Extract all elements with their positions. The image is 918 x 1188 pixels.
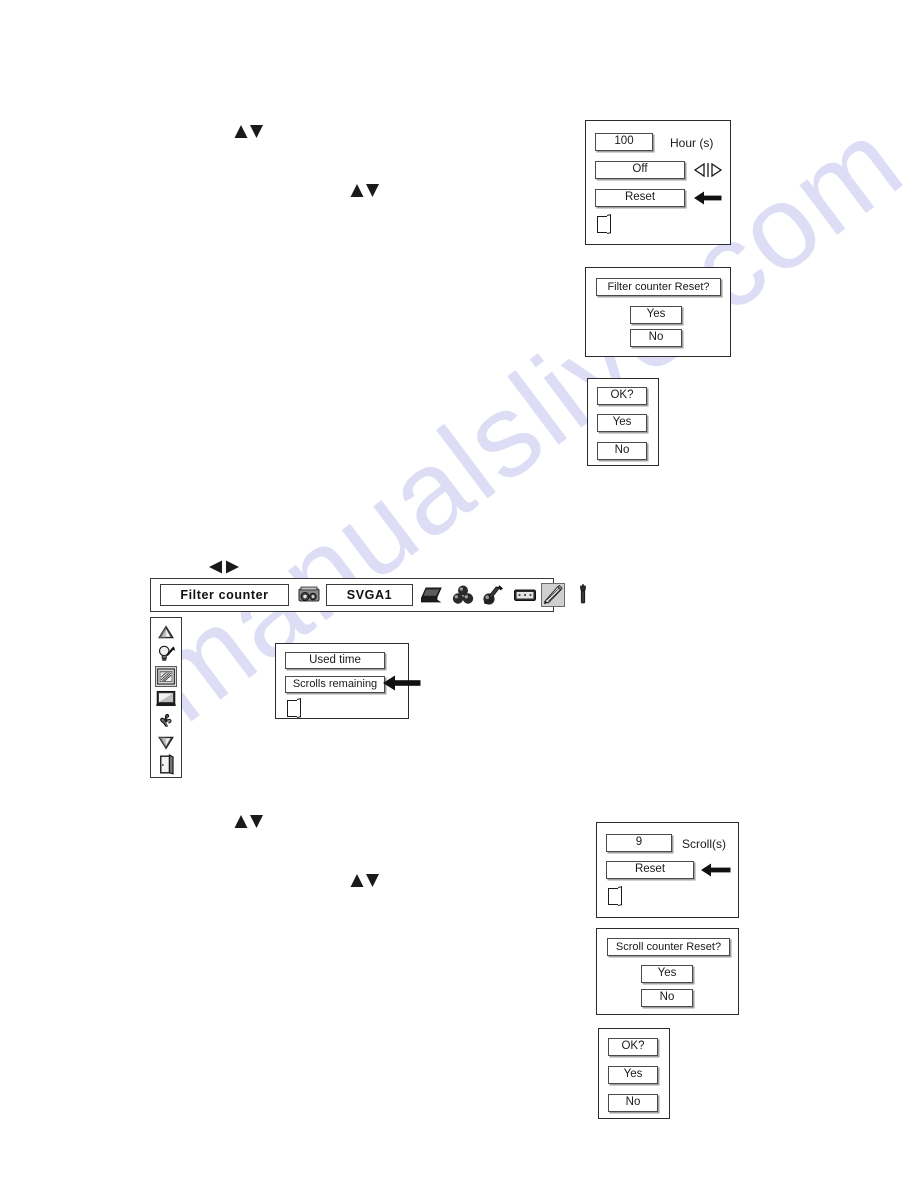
- watermark-text: manualslive.com: [121, 94, 918, 748]
- up-down-triangle-glyph-2: [350, 182, 380, 200]
- osd-menu-bar: Filter counter SVGA1: [150, 578, 586, 612]
- menu-source-value[interactable]: SVGA1: [326, 584, 413, 606]
- filter-ok-title: OK?: [597, 387, 647, 405]
- scroll-ok-yes-button[interactable]: Yes: [608, 1066, 658, 1084]
- lamp-control-icon[interactable]: [155, 644, 177, 665]
- scroll-count-label: Scroll(s): [682, 837, 726, 851]
- setting-pencil-icon[interactable]: [541, 583, 565, 607]
- used-time-item[interactable]: Used time: [285, 652, 385, 669]
- paint-brush-icon[interactable]: [481, 583, 505, 607]
- scroll-reset-no-button[interactable]: No: [641, 989, 693, 1007]
- scroll-count-value[interactable]: 9: [606, 834, 672, 852]
- scroll-up-arrow-icon[interactable]: [155, 622, 177, 643]
- filter-counter-icon[interactable]: [155, 666, 177, 687]
- computer-icon[interactable]: [421, 583, 445, 607]
- scroll-counter-settings-panel: 9 Scroll(s) Reset: [596, 822, 739, 918]
- scroll-down-arrow-icon[interactable]: [155, 732, 177, 753]
- scroll-counter-reset-confirm-panel: Scroll counter Reset? Yes No: [596, 928, 739, 1015]
- osd-icon-strip: [150, 617, 182, 778]
- filter-reset-button[interactable]: Reset: [595, 189, 685, 207]
- door-exit-icon[interactable]: [608, 888, 619, 905]
- filter-reset-confirm-title: Filter counter Reset?: [596, 278, 721, 296]
- menu-title: Filter counter: [160, 584, 289, 606]
- scrolls-remaining-item[interactable]: Scrolls remaining: [285, 676, 385, 693]
- fan-control-icon[interactable]: [155, 710, 177, 731]
- service-tool-icon[interactable]: [571, 583, 595, 607]
- input-source-icon[interactable]: [297, 583, 321, 607]
- door-exit-icon[interactable]: [597, 216, 608, 233]
- scroll-ok-no-button[interactable]: No: [608, 1094, 658, 1112]
- filter-hours-label: Hour (s): [670, 136, 714, 150]
- left-right-arrow-icon: [694, 161, 722, 179]
- filter-timer-value[interactable]: Off: [595, 161, 685, 179]
- up-down-triangle-glyph-4: [350, 872, 380, 890]
- filter-reset-no-button[interactable]: No: [630, 329, 682, 347]
- quit-door-icon[interactable]: [155, 754, 177, 775]
- up-down-triangle-glyph-3: [234, 813, 264, 831]
- screen-icon[interactable]: [513, 583, 537, 607]
- filter-hours-value[interactable]: 100: [595, 133, 653, 151]
- scroll-ok-confirm-panel: OK? Yes No: [598, 1028, 670, 1119]
- filter-counter-settings-panel: 100 Hour (s) Off Reset: [585, 120, 731, 245]
- left-right-triangle-glyph: [208, 558, 240, 576]
- filter-ok-confirm-panel: OK? Yes No: [587, 378, 659, 466]
- filter-ok-no-button[interactable]: No: [597, 442, 647, 460]
- scroll-reset-yes-button[interactable]: Yes: [641, 965, 693, 983]
- up-down-triangle-glyph-1: [234, 123, 264, 141]
- filter-counter-reset-confirm-panel: Filter counter Reset? Yes No: [585, 267, 731, 357]
- filter-ok-yes-button[interactable]: Yes: [597, 414, 647, 432]
- scroll-reset-button[interactable]: Reset: [606, 861, 694, 879]
- scroll-reset-confirm-title: Scroll counter Reset?: [607, 938, 730, 956]
- scroll-ok-title: OK?: [608, 1038, 658, 1056]
- left-arrow-pointer-icon: [382, 674, 422, 692]
- filter-reset-yes-button[interactable]: Yes: [630, 306, 682, 324]
- color-adjust-icon[interactable]: [451, 583, 475, 607]
- screen-display-icon[interactable]: [155, 688, 177, 709]
- left-arrow-pointer-icon: [693, 189, 723, 207]
- left-arrow-pointer-icon: [700, 861, 732, 879]
- door-exit-icon[interactable]: [287, 700, 298, 717]
